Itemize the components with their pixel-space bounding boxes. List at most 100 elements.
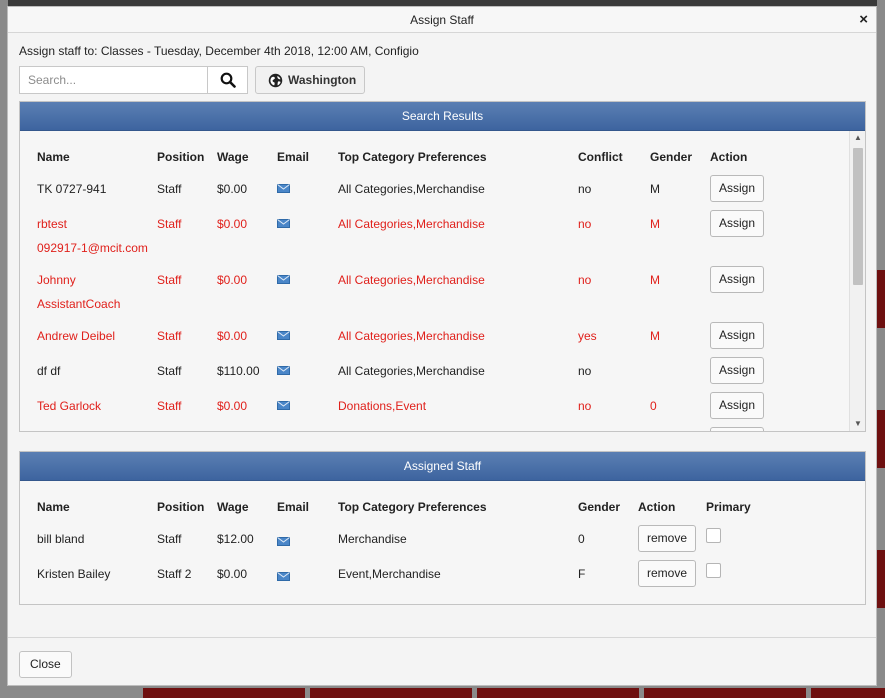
staff-gender: M	[650, 272, 660, 287]
assign-button[interactable]: Assign	[710, 392, 765, 419]
email-icon[interactable]	[277, 218, 290, 228]
assign-button-partial[interactable]: Assign	[710, 427, 765, 431]
staff-name: Johnny	[37, 272, 76, 287]
primary-checkbox[interactable]	[706, 527, 721, 543]
email-cell	[277, 171, 338, 206]
assign-button[interactable]: Assign	[710, 210, 765, 237]
primary-cell	[706, 521, 766, 556]
staff-name: df df	[37, 363, 61, 378]
assigned-staff-table: Name Position Wage Email Top Category Pr…	[37, 493, 766, 591]
staff-position: Staff 2	[157, 566, 192, 581]
background-block	[877, 270, 885, 328]
action-cell: Assign	[710, 262, 800, 297]
dialog-title: Assign Staff	[410, 13, 474, 27]
staff-name: TK 0727-941	[37, 181, 107, 196]
scroll-up-arrow-icon[interactable]: ▲	[850, 131, 865, 145]
assign-button[interactable]: Assign	[710, 357, 765, 384]
location-label: Washington	[288, 73, 357, 87]
staff-wage: $0.00	[217, 181, 248, 196]
staff-position: Staff	[157, 216, 182, 231]
table-row: Andrew Deibel Staff $0.00 All Categories…	[37, 318, 800, 353]
background-cell	[477, 688, 639, 698]
email-cell	[277, 353, 338, 388]
staff-position: Staff	[157, 398, 182, 413]
assign-button[interactable]: Assign	[710, 175, 765, 202]
assigned-staff-header-row: Name Position Wage Email Top Category Pr…	[37, 493, 766, 521]
staff-gender: F	[578, 566, 586, 581]
col-header-position: Position	[157, 500, 205, 514]
remove-button[interactable]: remove	[638, 560, 697, 587]
search-results-scrollbar[interactable]: ▲ ▼	[849, 131, 865, 431]
staff-wage: $0.00	[217, 398, 248, 413]
col-header-primary: Primary	[706, 500, 751, 514]
staff-subtext: 092917-1@mcit.com	[37, 241, 148, 255]
staff-prefs: All Categories,Merchandise	[338, 272, 485, 287]
email-icon[interactable]	[277, 274, 290, 284]
email-icon[interactable]	[277, 365, 290, 375]
staff-subtext: AssistantCoach	[37, 297, 121, 311]
staff-position: Staff	[157, 531, 182, 546]
assign-button[interactable]: Assign	[710, 266, 765, 293]
search-input[interactable]	[19, 66, 207, 94]
col-header-wage: Wage	[217, 150, 249, 164]
col-header-wage: Wage	[217, 500, 249, 514]
search-results-body[interactable]: Name Position Wage Email Top Category Pr…	[20, 131, 865, 431]
action-cell: Assign	[710, 388, 800, 423]
dialog-titlebar: Assign Staff ×	[8, 7, 876, 33]
email-icon[interactable]	[277, 536, 290, 546]
remove-button[interactable]: remove	[638, 525, 697, 552]
staff-gender: 0	[578, 531, 585, 546]
email-icon[interactable]	[277, 571, 290, 581]
assigned-staff-header: Assigned Staff	[20, 452, 865, 481]
staff-gender: 0	[650, 398, 657, 413]
table-row: TK 0727-941 Staff $0.00 All Categories,M…	[37, 171, 800, 206]
email-icon[interactable]	[277, 400, 290, 410]
primary-checkbox[interactable]	[706, 562, 721, 578]
table-row-sub: 092917-1@mcit.com	[37, 241, 800, 262]
staff-prefs: All Categories,Merchandise	[338, 363, 485, 378]
email-cell	[277, 262, 338, 297]
action-cell: Assign	[710, 171, 800, 206]
close-button[interactable]: Close	[19, 651, 72, 678]
background-cell	[644, 688, 806, 698]
background-block	[877, 410, 885, 468]
search-row: Washington	[19, 66, 366, 94]
background-cell	[310, 688, 472, 698]
close-icon[interactable]: ×	[859, 7, 868, 33]
assign-to-text: Assign staff to: Classes - Tuesday, Dece…	[19, 44, 419, 58]
globe-icon	[268, 73, 283, 87]
staff-conflict: no	[578, 398, 592, 413]
assign-button[interactable]: Assign	[710, 322, 765, 349]
search-results-header: Search Results	[20, 102, 865, 131]
scroll-down-arrow-icon[interactable]: ▼	[850, 417, 865, 431]
email-cell	[277, 556, 338, 591]
staff-conflict: no	[578, 272, 592, 287]
staff-name: Ted Garlock	[37, 398, 102, 413]
staff-prefs: Merchandise	[338, 531, 407, 546]
primary-cell	[706, 556, 766, 591]
background-right-edge	[877, 0, 885, 698]
table-row-sub: AssistantCoach	[37, 297, 800, 318]
background-block	[877, 550, 885, 608]
staff-prefs: Donations,Event	[338, 398, 427, 413]
table-row: Ted Garlock Staff $0.00 Donations,Event …	[37, 388, 800, 423]
staff-prefs: All Categories,Merchandise	[338, 328, 485, 343]
search-button[interactable]	[207, 66, 248, 94]
action-cell: Assign	[710, 423, 800, 431]
action-cell: remove	[638, 556, 706, 591]
scroll-thumb[interactable]	[853, 148, 863, 285]
action-cell: Assign	[710, 206, 800, 241]
location-button[interactable]: Washington	[255, 66, 366, 94]
table-row: df df Staff $110.00 All Categories,Merch…	[37, 353, 800, 388]
staff-name: Kristen Bailey	[37, 566, 111, 581]
col-header-name: Name	[37, 500, 70, 514]
staff-position: Staff	[157, 328, 182, 343]
col-header-position: Position	[157, 150, 205, 164]
col-header-gender: Gender	[578, 500, 621, 514]
action-cell: remove	[638, 521, 706, 556]
table-row: bill bland Staff $12.00 Merchandise 0 re…	[37, 521, 766, 556]
table-row: Kristen Bailey Staff 2 $0.00 Event,Merch…	[37, 556, 766, 591]
email-icon[interactable]	[277, 330, 290, 340]
staff-wage: $110.00	[217, 363, 260, 378]
email-icon[interactable]	[277, 183, 290, 193]
